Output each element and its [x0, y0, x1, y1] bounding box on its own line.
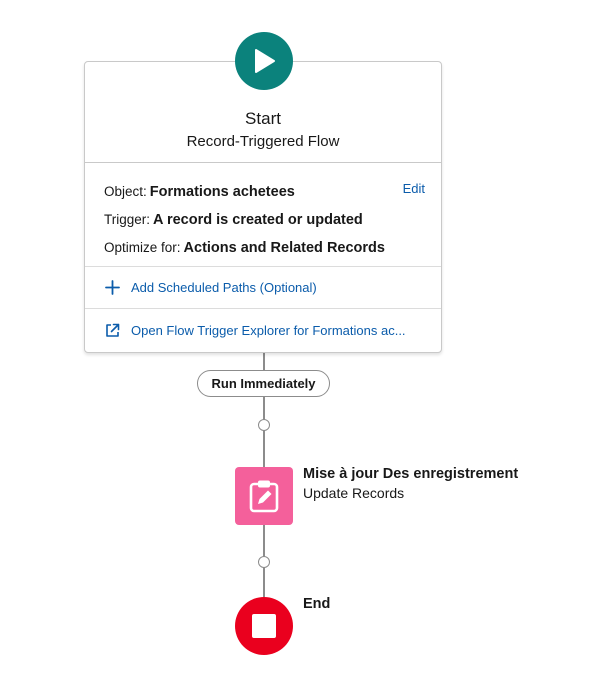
trigger-label: Trigger: [104, 212, 151, 227]
start-subtitle: Record-Triggered Flow [186, 133, 340, 150]
update-element-title[interactable]: Mise à jour Des enregistrement [303, 466, 518, 482]
optimize-label: Optimize for: [104, 240, 181, 255]
add-scheduled-paths-label: Add Scheduled Paths (Optional) [131, 280, 317, 295]
start-element-card[interactable]: Start Record-Triggered Flow Edit Object:… [84, 61, 442, 353]
optimize-value: Actions and Related Records [183, 240, 385, 256]
edit-link[interactable]: Edit [403, 181, 425, 196]
add-element-node[interactable] [258, 556, 270, 568]
end-element-icon[interactable] [235, 597, 293, 655]
add-element-node[interactable] [258, 419, 270, 431]
trigger-value: A record is created or updated [153, 212, 363, 228]
start-card-details: Edit Object: Formations achetees Trigger:… [85, 163, 441, 267]
external-link-icon [104, 322, 121, 339]
connector-path-to-update [263, 397, 265, 467]
run-immediately-path[interactable]: Run Immediately [197, 370, 330, 397]
play-icon [255, 49, 275, 73]
detail-row-trigger: Trigger: A record is created or updated [104, 206, 441, 234]
start-title: Start [245, 109, 281, 128]
object-value: Formations achetees [149, 184, 295, 200]
open-trigger-explorer-link[interactable]: Open Flow Trigger Explorer for Formation… [85, 309, 441, 351]
add-scheduled-paths-link[interactable]: Add Scheduled Paths (Optional) [85, 267, 441, 309]
flow-canvas: Start Record-Triggered Flow Edit Object:… [0, 0, 592, 685]
update-records-element-icon[interactable] [235, 467, 293, 525]
detail-row-object: Object: Formations achetees [104, 178, 441, 206]
connector-start-to-path [263, 352, 265, 370]
end-element-label: End [303, 596, 331, 612]
stop-icon [252, 614, 276, 638]
clipboard-edit-icon [249, 480, 279, 513]
start-element-icon[interactable] [235, 32, 293, 90]
open-trigger-explorer-label: Open Flow Trigger Explorer for Formation… [131, 322, 406, 338]
plus-icon [104, 279, 121, 296]
update-element-type: Update Records [303, 485, 405, 501]
detail-row-optimize: Optimize for: Actions and Related Records [104, 234, 441, 262]
object-label: Object: [104, 184, 147, 199]
